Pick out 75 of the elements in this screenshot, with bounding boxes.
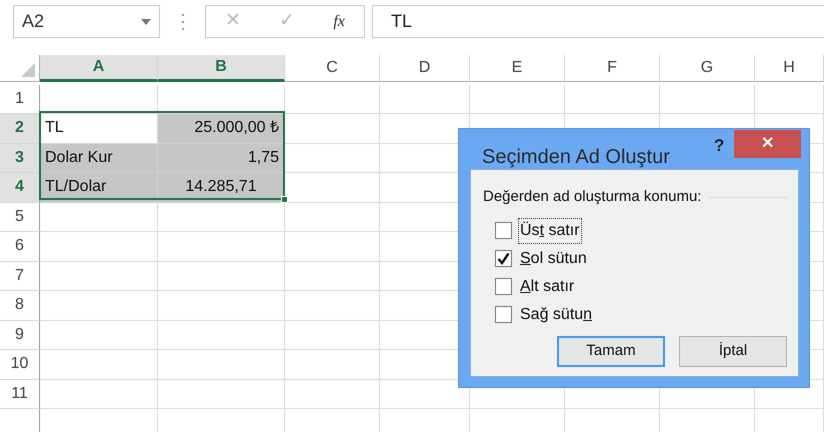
row-header[interactable]: 11 [0,380,40,409]
select-all-icon[interactable] [21,63,35,77]
table-cell[interactable] [158,262,285,291]
row-header[interactable]: 4 [0,173,40,202]
row-header[interactable]: 2 [0,114,40,144]
row-header[interactable]: 8 [0,291,40,320]
fill-handle[interactable] [281,196,288,203]
checkbox[interactable] [495,306,512,323]
insert-function-button[interactable]: fx [333,10,345,34]
table-cell[interactable] [40,232,158,262]
checkbox-label[interactable]: Sol sütun [518,246,589,272]
table-cell[interactable]: 14.285,71 [158,173,285,202]
checkbox[interactable] [495,250,512,267]
help-button[interactable]: ? [714,133,724,158]
table-cell[interactable]: 1,75 [158,144,285,173]
table-cell[interactable] [285,320,380,350]
group-label: Değerden ad oluşturma konumu: [483,187,702,207]
row-header[interactable]: 3 [0,144,40,173]
dropdown-caret-icon[interactable] [141,18,151,24]
table-cell[interactable] [285,84,380,114]
table-cell[interactable] [158,380,285,409]
column-header[interactable]: G [660,55,755,82]
table-cell[interactable] [285,114,380,144]
checkbox-label[interactable]: Üst satır [518,218,582,244]
table-cell[interactable] [285,202,380,232]
table-cell[interactable] [158,202,285,232]
table-cell[interactable] [40,291,158,320]
row-header[interactable]: 5 [0,202,40,232]
table-cell[interactable]: 25.000,00 ₺ [158,114,285,144]
column-header[interactable]: C [285,55,380,82]
table-cell[interactable] [380,84,470,114]
table-cell[interactable] [285,232,380,262]
checkbox-label[interactable]: Alt satır [518,274,576,300]
table-cell[interactable]: TL/Dolar [40,173,158,202]
formula-field[interactable]: TL [372,5,824,38]
column-header[interactable]: B [158,55,285,82]
table-cell[interactable] [40,262,158,291]
table-cell[interactable] [285,262,380,291]
close-button[interactable]: ✕ [734,130,801,158]
table-cell[interactable] [285,144,380,173]
dialog-title: Seçimden Ad Oluştur [482,145,670,170]
table-cell[interactable] [285,380,380,409]
table-cell[interactable] [158,232,285,262]
cancel-button[interactable]: İptal [679,336,787,367]
row-header[interactable]: 6 [0,232,40,262]
row-header[interactable]: 9 [0,320,40,350]
table-cell[interactable] [40,320,158,350]
table-cell[interactable] [565,84,660,114]
table-cell[interactable] [40,202,158,232]
table-cell[interactable] [158,350,285,380]
table-cell[interactable] [660,84,755,114]
checkbox[interactable] [495,278,512,295]
table-cell[interactable] [158,320,285,350]
ok-button[interactable]: Tamam [557,336,665,367]
table-cell[interactable]: Dolar Kur [40,144,158,173]
row-header[interactable]: 10 [0,350,40,380]
drag-handle-icon[interactable] [181,14,185,30]
table-cell[interactable] [285,350,380,380]
table-cell[interactable] [755,84,824,114]
table-cell[interactable] [470,84,565,114]
table-cell[interactable] [40,350,158,380]
checkbox-label[interactable]: Sağ sütun [518,302,594,328]
table-cell[interactable] [40,84,158,114]
column-header[interactable]: H [755,55,824,82]
table-cell[interactable] [285,291,380,320]
table-cell[interactable] [40,380,158,409]
cell-reference: A2 [22,10,44,33]
column-header[interactable]: E [470,55,565,82]
row-header[interactable]: 7 [0,262,40,291]
column-header[interactable]: A [40,55,158,82]
column-header[interactable]: F [565,55,660,82]
checkbox[interactable] [495,222,512,239]
column-header[interactable]: D [380,55,470,82]
table-cell[interactable] [158,291,285,320]
name-box[interactable]: A2 [13,5,160,38]
